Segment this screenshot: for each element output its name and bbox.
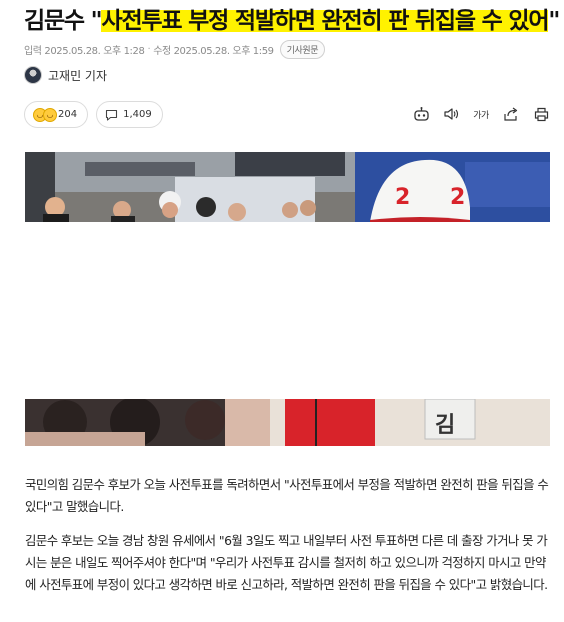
- comment-icon: [106, 109, 118, 121]
- comment-count: 1,409: [123, 109, 152, 120]
- svg-text:2: 2: [450, 185, 465, 210]
- print-icon: [534, 107, 548, 121]
- vest-text: 김: [435, 413, 455, 438]
- reaction-bar: ◡ ◡ 204 1,409: [24, 101, 163, 128]
- comment-button[interactable]: 1,409: [96, 101, 163, 128]
- meta-separator: ·: [147, 44, 151, 55]
- article-meta: 입력 2025.05.28. 오후 1:28 · 수정 2025.05.28. …: [24, 40, 326, 59]
- reporter-name: 고재민 기자: [48, 68, 108, 83]
- font-size-icon: 가가: [473, 110, 489, 121]
- reporter-byline[interactable]: 고재민 기자: [24, 66, 107, 84]
- article-photo: 2 2 김: [25, 152, 550, 446]
- speaker-button[interactable]: [442, 105, 460, 123]
- reaction-emoji-icon: ◡ ◡: [33, 107, 57, 122]
- article-paragraph-1: 국민의힘 김문수 후보가 오늘 사전투표를 독려하면서 "사전투표에서 부정을 …: [25, 477, 549, 514]
- share-button[interactable]: [502, 105, 520, 123]
- speaker-icon: [444, 108, 459, 120]
- print-button[interactable]: [532, 105, 550, 123]
- headline-suffix: ": [548, 8, 560, 34]
- audio-summary-icon: [413, 107, 429, 121]
- font-size-button[interactable]: 가가: [472, 105, 490, 123]
- article-tools: 가가: [412, 105, 550, 123]
- original-article-button[interactable]: 기사원문: [279, 40, 326, 59]
- photo-redaction-area: [25, 222, 550, 399]
- audio-summary-button[interactable]: [412, 105, 430, 123]
- headline-prefix: 김문수 ": [24, 8, 103, 34]
- article-paragraph-2: 김문수 후보는 오늘 경남 창원 유세에서 "6월 3일도 찍고 내일부터 사전…: [25, 533, 548, 592]
- modified-time: 수정 2025.05.28. 오후 1:59: [153, 46, 274, 57]
- published-time: 입력 2025.05.28. 오후 1:28: [24, 46, 145, 57]
- article-headline: 김문수 "사전투표 부정 적발하면 완전히 판 뒤집을 수 있어": [24, 6, 560, 36]
- helmet-number: 2: [395, 185, 410, 210]
- reaction-button[interactable]: ◡ ◡ 204: [24, 101, 89, 128]
- headline-highlight: 사전투표 부정 적발하면 완전히 판 뒤집을 수 있어: [101, 8, 550, 34]
- share-icon: [504, 107, 518, 121]
- reporter-avatar: [24, 66, 42, 84]
- reaction-count: 204: [58, 109, 78, 120]
